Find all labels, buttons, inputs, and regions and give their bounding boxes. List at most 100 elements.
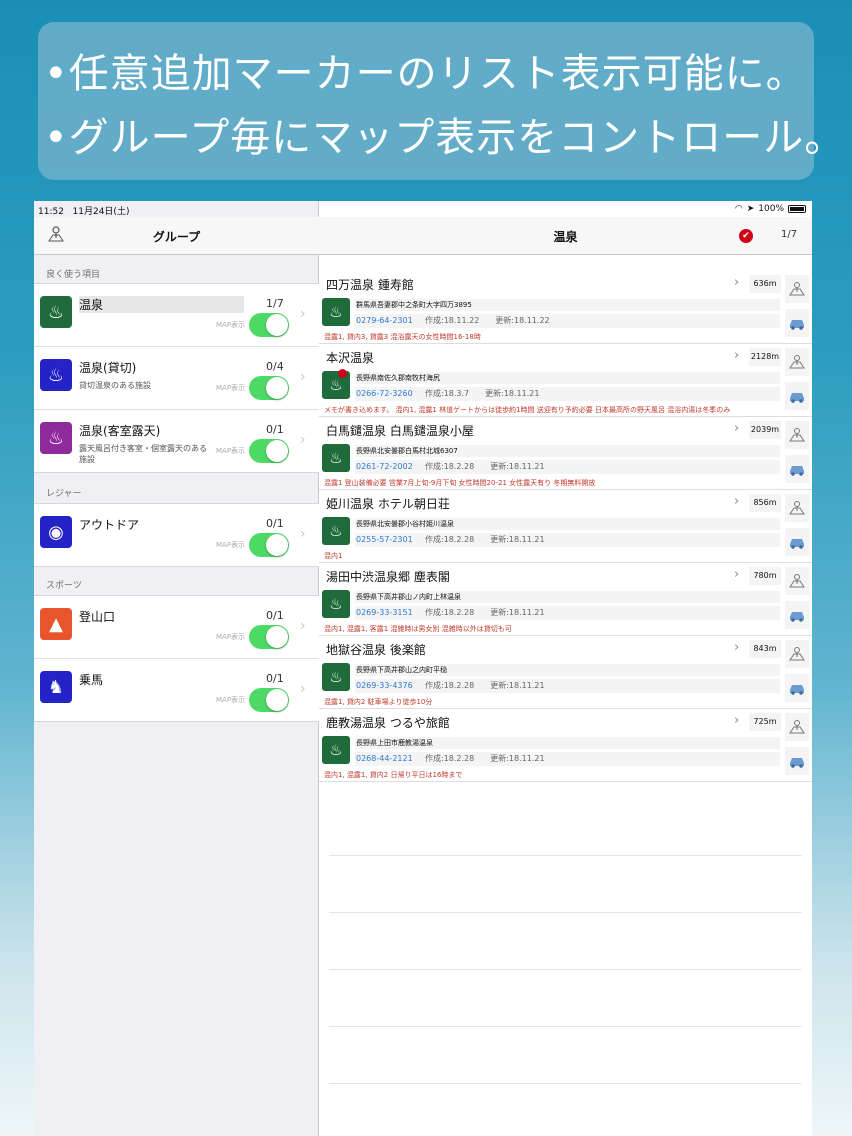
map-display-toggle[interactable]: [249, 376, 289, 400]
group-row[interactable]: ♨ 温泉(客室露天) 露天風呂付き客室・個室露天のある施設 0/1 MAP表示 ›: [34, 410, 319, 473]
map-pin-icon: [789, 428, 805, 442]
spot-row[interactable]: 鹿教湯温泉 つるや旅館 › 725m ♨ 長野県上田市鹿教湯温泉 0268-44-2121…: [319, 709, 812, 782]
car-icon: [790, 758, 804, 768]
group-count: 0/1: [266, 517, 284, 530]
chevron-right-icon[interactable]: ›: [734, 640, 739, 655]
group-row[interactable]: ♞ 乗馬 0/1 MAP表示 ›: [34, 659, 319, 722]
spot-row[interactable]: 姫川温泉 ホテル朝日荘 › 856m ♨ 長野県北安曇郡小谷村姫川温泉 0255-57-2…: [319, 490, 812, 563]
map-display-label: MAP表示: [216, 447, 246, 455]
group-row[interactable]: ♨ 温泉 1/7 MAP表示 ›: [34, 284, 319, 347]
chevron-right-icon: ›: [300, 681, 306, 697]
onsen-icon: ♨: [322, 298, 350, 326]
spot-phone[interactable]: 0261-72-2002: [355, 460, 425, 474]
spot-address: 長野県下高井郡山ノ内町上林温泉: [355, 591, 780, 603]
map-display-toggle[interactable]: [249, 439, 289, 463]
map-display-toggle[interactable]: [249, 688, 289, 712]
chevron-right-icon[interactable]: ›: [734, 348, 739, 363]
spot-phone[interactable]: 0255-57-2301: [355, 533, 425, 547]
map-pin-button[interactable]: [785, 494, 809, 522]
spot-phone[interactable]: 0266-72-3260: [355, 387, 425, 401]
onsen-icon: ♨: [40, 359, 72, 391]
chevron-right-icon: ›: [300, 526, 306, 542]
onsen-icon: ♨: [322, 517, 350, 545]
map-pin-icon: [789, 720, 805, 734]
spot-phone[interactable]: 0268-44-2121: [355, 752, 425, 766]
spot-name: 四万温泉 鍾寿館: [326, 278, 414, 292]
spot-phone[interactable]: 0279-64-2301: [355, 314, 425, 328]
map-display-toggle[interactable]: [249, 533, 289, 557]
spot-row[interactable]: 湯田中渋温泉郷 塵表閣 › 780m ♨ 長野県下高井郡山ノ内町上林温泉 0269-33-…: [319, 563, 812, 636]
car-route-button[interactable]: [785, 528, 809, 556]
right-navbar: 温泉 ✔ 1/7: [319, 217, 812, 255]
spot-distance: 636m: [749, 275, 781, 293]
toggle-knob: [266, 626, 288, 648]
car-icon: [790, 685, 804, 695]
empty-row-divider: [329, 912, 802, 913]
chevron-right-icon[interactable]: ›: [734, 713, 739, 728]
spot-updated: 更新:18.11.21: [490, 462, 545, 471]
group-row[interactable]: ◉ アウトドア 0/1 MAP表示 ›: [34, 504, 319, 567]
spot-memo: 混内1, 混露1, 客露1 混雑時は男女別 混雑時以外は貸切も可: [324, 625, 512, 633]
group-count: 0/4: [266, 360, 284, 373]
spot-created: 作成:18.3.7: [425, 389, 470, 398]
group-row[interactable]: ♨ 温泉(貸切) 貸切温泉のある施設 0/4 MAP表示 ›: [34, 347, 319, 410]
spot-info: 0266-72-3260 作成:18.3.7 更新:18.11.21: [355, 387, 780, 401]
spot-phone[interactable]: 0269-33-4376: [355, 679, 425, 693]
spot-row[interactable]: 地獄谷温泉 後楽館 › 843m ♨ 長野県下高井郡山之内町平穏 0269-33-4376…: [319, 636, 812, 709]
group-count: 0/1: [266, 672, 284, 685]
chevron-right-icon[interactable]: ›: [734, 421, 739, 436]
chevron-right-icon[interactable]: ›: [734, 567, 739, 582]
spot-address: 長野県下高井郡山之内町平穏: [355, 664, 780, 676]
spot-info: 0269-33-3151 作成:18.2.28 更新:18.11.21: [355, 606, 780, 620]
spot-info: 0268-44-2121 作成:18.2.28 更新:18.11.21: [355, 752, 780, 766]
left-navbar: グループ: [34, 217, 319, 255]
group-name: 登山口: [79, 610, 116, 624]
spot-row[interactable]: 本沢温泉 › 2128m ♨ 長野県南佐久郡南牧村海尻 0266-72-3260 作成:18…: [319, 344, 812, 417]
car-route-button[interactable]: [785, 747, 809, 775]
map-pin-button[interactable]: [785, 640, 809, 668]
spot-row[interactable]: 四万温泉 鍾寿館 › 636m ♨ 群馬県吾妻郡中之条町大字四万3895 0279-64-…: [319, 271, 812, 344]
wifi-icon: ◠: [734, 204, 743, 214]
map-pin-icon: [789, 355, 805, 369]
spot-created: 作成:18.2.28: [425, 681, 475, 690]
group-row[interactable]: ▲ 登山口 0/1 MAP表示 ›: [34, 596, 319, 659]
map-pin-button[interactable]: [785, 421, 809, 449]
spot-info: 0279-64-2301 作成:18.11.22 更新:18.11.22: [355, 314, 780, 328]
map-pin-button[interactable]: [785, 275, 809, 303]
car-route-button[interactable]: [785, 455, 809, 483]
map-pin-button[interactable]: [785, 348, 809, 376]
chevron-right-icon: ›: [300, 432, 306, 448]
spot-updated: 更新:18.11.21: [490, 681, 545, 690]
check-icon[interactable]: ✔: [739, 229, 753, 243]
map-pin-button[interactable]: [785, 713, 809, 741]
spot-updated: 更新:18.11.21: [485, 389, 540, 398]
group-section: ◉ アウトドア 0/1 MAP表示 ›: [34, 503, 319, 567]
spot-memo: 混内1: [324, 552, 343, 560]
map-display-toggle[interactable]: [249, 313, 289, 337]
battery-icon: [788, 205, 806, 213]
car-route-button[interactable]: [785, 674, 809, 702]
spot-memo: 混露1, 貸内3, 貸露3 混浴露天の女性時間16-18時: [324, 333, 481, 341]
spot-name: 地獄谷温泉 後楽館: [326, 643, 426, 657]
car-icon: [790, 466, 804, 476]
ipad-screen: グループ 良く使う項目 ♨ 温泉 1/7 MAP表示 › ♨ 温泉(貸切) 貸切温泉のある施設 0…: [34, 201, 812, 1136]
location-icon: ➤: [746, 204, 755, 214]
spot-phone[interactable]: 0269-33-3151: [355, 606, 425, 620]
spot-created: 作成:18.2.28: [425, 754, 475, 763]
group-description: 露天風呂付き客室・個室露天のある施設: [79, 444, 207, 464]
car-route-button[interactable]: [785, 309, 809, 337]
spot-memo: 混露1 登山装備必要 営業7月上旬-9月下旬 女性時間20-21 女性露天有り …: [324, 479, 596, 487]
group-section: ▲ 登山口 0/1 MAP表示 › ♞ 乗馬 0/1 MAP表示 ›: [34, 595, 319, 722]
map-display-label: MAP表示: [216, 696, 246, 704]
empty-row-divider: [329, 855, 802, 856]
map-pin-button[interactable]: [785, 567, 809, 595]
car-route-button[interactable]: [785, 382, 809, 410]
car-route-button[interactable]: [785, 601, 809, 629]
group-list-pane: グループ 良く使う項目 ♨ 温泉 1/7 MAP表示 › ♨ 温泉(貸切) 貸切温泉のある施設 0…: [34, 201, 319, 1136]
chevron-right-icon[interactable]: ›: [734, 494, 739, 509]
map-display-toggle[interactable]: [249, 625, 289, 649]
chevron-right-icon[interactable]: ›: [734, 275, 739, 290]
chevron-right-icon: ›: [300, 369, 306, 385]
group-name: 乗馬: [79, 673, 104, 687]
spot-row[interactable]: 白馬鑓温泉 白馬鑓温泉小屋 › 2039m ♨ 長野県北安曇郡白馬村北城6307 0261…: [319, 417, 812, 490]
